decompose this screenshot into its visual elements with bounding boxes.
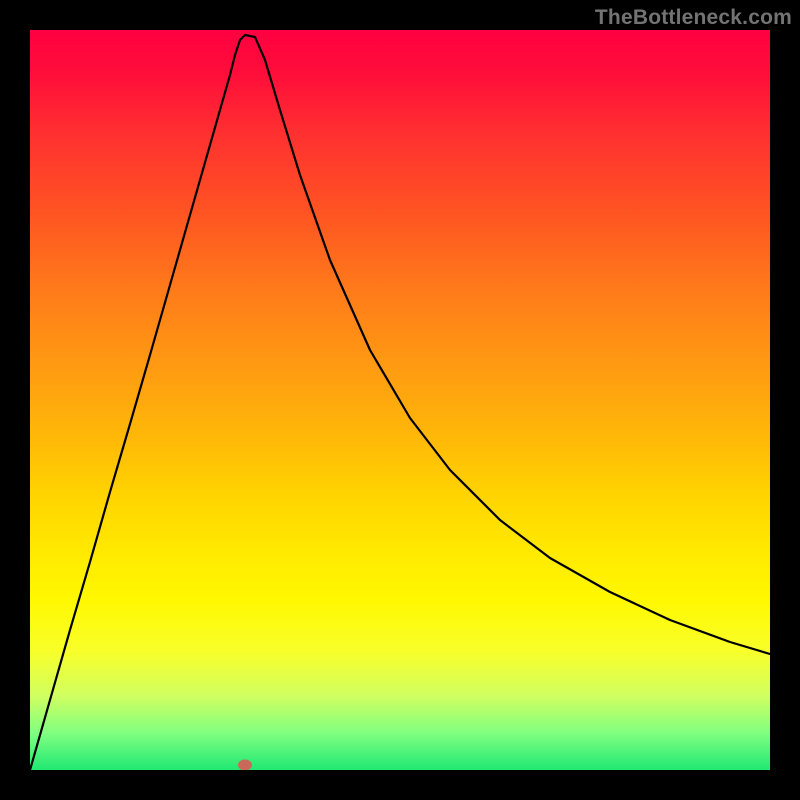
chart-frame: TheBottleneck.com [0, 0, 800, 800]
plot-area [30, 30, 770, 770]
optimum-marker [238, 760, 252, 771]
source-credit: TheBottleneck.com [595, 6, 792, 30]
bottleneck-curve [30, 30, 770, 770]
